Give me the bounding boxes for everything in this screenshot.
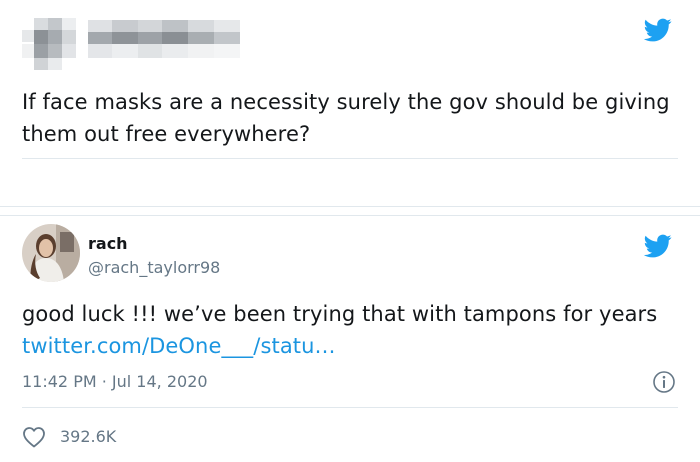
divider	[22, 407, 678, 408]
avatar[interactable]	[22, 224, 80, 282]
tweet-body: good luck !!! we’ve been trying that wit…	[22, 302, 658, 326]
quoted-tweet-card: If face masks are a necessity surely the…	[0, 0, 700, 207]
tweet-timestamp[interactable]: 11:42 PM · Jul 14, 2020	[22, 372, 208, 391]
like-count: 392.6K	[60, 427, 117, 446]
display-name[interactable]: rach	[88, 234, 128, 253]
info-icon[interactable]	[652, 370, 676, 394]
tweet-link[interactable]: twitter.com/DeOne___/statu…	[22, 334, 336, 358]
divider	[22, 158, 678, 159]
user-handle[interactable]: @rach_taylorr98	[88, 258, 220, 277]
avatar-photo	[22, 224, 80, 282]
tweet-text: If face masks are a necessity surely the…	[22, 90, 670, 146]
twitter-bird-icon[interactable]	[641, 16, 675, 44]
twitter-bird-icon[interactable]	[641, 232, 675, 260]
heart-icon	[23, 427, 45, 448]
tweet-text: good luck !!! we’ve been trying that wit…	[22, 298, 682, 362]
